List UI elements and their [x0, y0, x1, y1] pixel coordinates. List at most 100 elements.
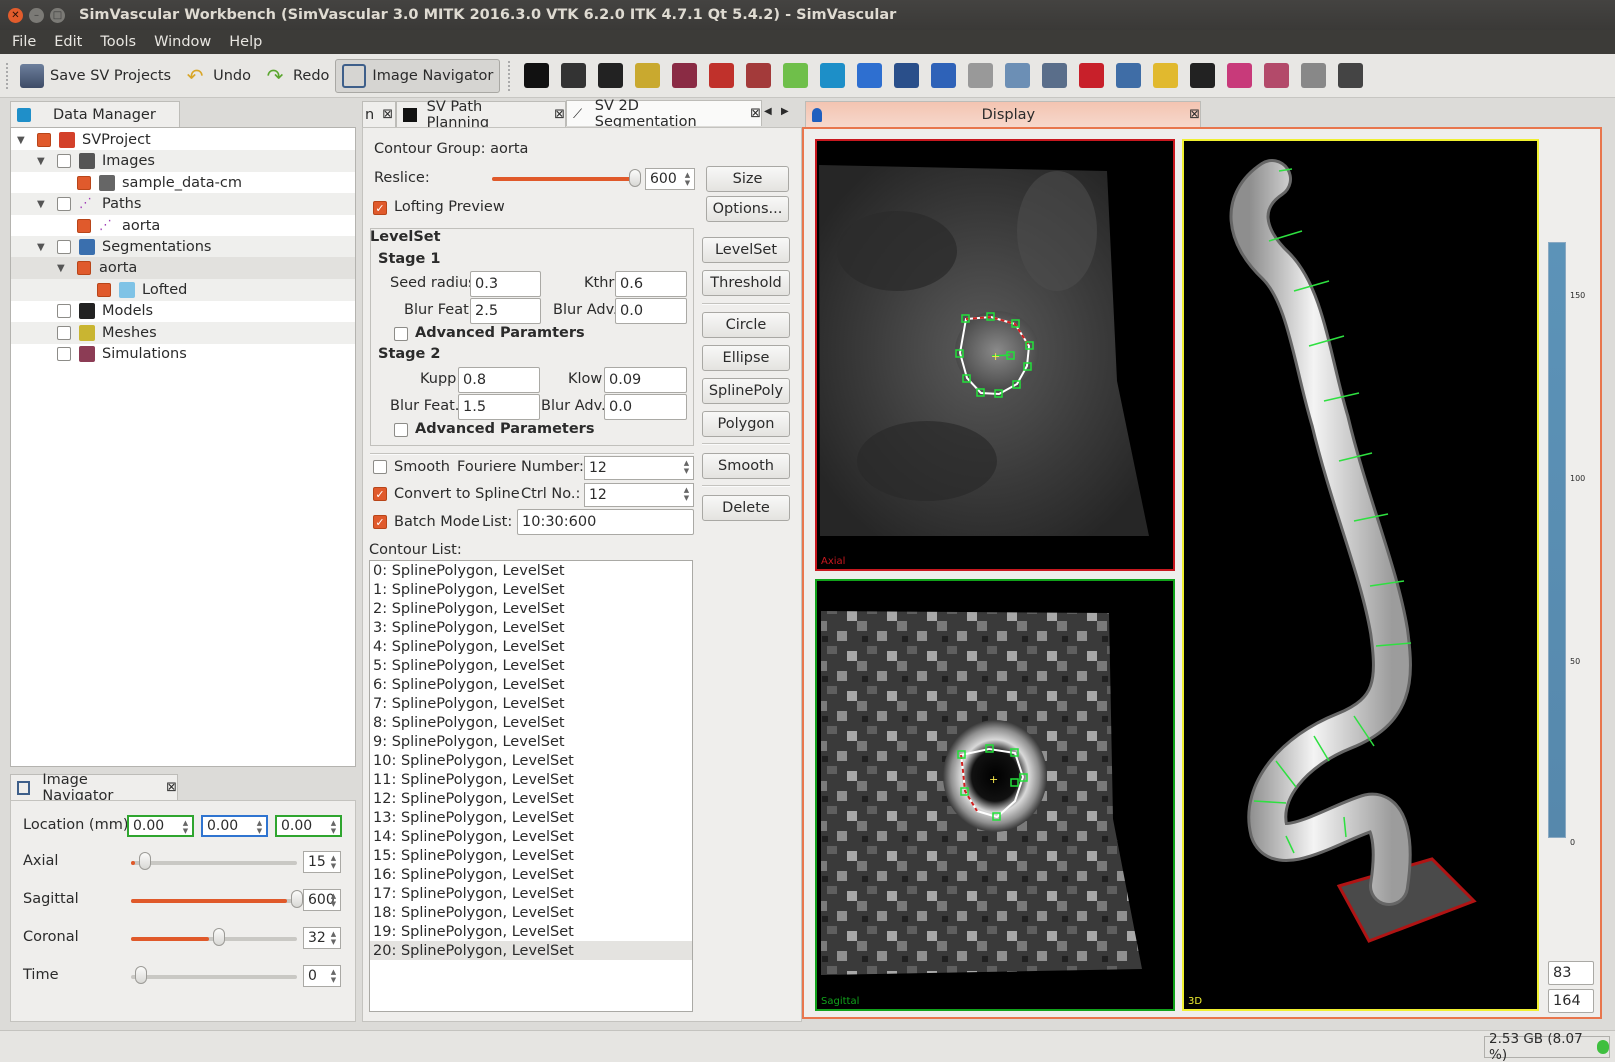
circle-button[interactable]: Circle — [702, 312, 790, 338]
camera-icon[interactable] — [1190, 63, 1216, 88]
tree-item[interactable]: sample_data-cm — [11, 172, 355, 194]
fourier-spinbox[interactable]: 12 ▲ ▼ — [584, 456, 694, 480]
visibility-checkbox[interactable] — [57, 197, 71, 212]
polygon-button[interactable]: Polygon — [702, 411, 790, 437]
contour-list-item[interactable]: 0: SplinePolygon, LevelSet — [370, 561, 692, 580]
spin-arrows-icon[interactable]: ▲ ▼ — [329, 892, 338, 908]
contour-list-item[interactable]: 20: SplinePolygon, LevelSet — [370, 941, 692, 960]
blur-feat-2-input[interactable]: 1.5 — [458, 394, 540, 420]
menu-edit[interactable]: Edit — [54, 34, 82, 50]
help-icon[interactable] — [857, 63, 883, 88]
coronal-spinbox[interactable]: 32 ▲ ▼ — [303, 927, 341, 949]
convert-spline-checkbox[interactable]: ✓ — [373, 487, 387, 501]
tree-item[interactable]: ▼ Images — [11, 150, 355, 173]
path-icon[interactable] — [561, 63, 587, 88]
ellipse-button[interactable]: Ellipse — [702, 345, 790, 371]
expand-arrow-icon[interactable]: ▼ — [37, 156, 49, 167]
location-y-input[interactable]: 0.00 ▲ ▼ — [201, 815, 268, 837]
tree-item[interactable]: ▼ aorta — [11, 257, 355, 280]
menu-tools[interactable]: Tools — [100, 34, 136, 50]
smooth-checkbox[interactable] — [373, 460, 387, 474]
contour-list-item[interactable]: 15: SplinePolygon, LevelSet — [370, 846, 692, 865]
contour-list-item[interactable]: 10: SplinePolygon, LevelSet — [370, 751, 692, 770]
lofting-preview-checkbox[interactable]: ✓ — [373, 201, 387, 215]
visibility-checkbox[interactable] — [37, 133, 51, 147]
batch-list-input[interactable]: 10:30:600 — [517, 509, 694, 535]
sagittal-spinbox[interactable]: 600 ▲ ▼ — [303, 889, 341, 911]
contour-list-item[interactable]: 19: SplinePolygon, LevelSet — [370, 922, 692, 941]
python-icon[interactable] — [1153, 63, 1179, 88]
contour-list-item[interactable]: 11: SplinePolygon, LevelSet — [370, 770, 692, 789]
screenshot-icon[interactable] — [1042, 63, 1068, 88]
visibility-checkbox[interactable] — [57, 304, 71, 319]
tree-item[interactable]: Models — [11, 300, 355, 322]
axis-icon[interactable] — [1005, 63, 1031, 88]
contour-list-item[interactable]: 2: SplinePolygon, LevelSet — [370, 599, 692, 618]
search-icon[interactable] — [1116, 63, 1142, 88]
visibility-checkbox[interactable] — [97, 282, 111, 297]
contour-list-item[interactable]: 9: SplinePolygon, LevelSet — [370, 732, 692, 751]
view-3d[interactable]: 3D — [1182, 139, 1539, 1011]
location-z-input[interactable]: 0.00 ▲ ▼ — [275, 815, 342, 837]
tab-scroll-left-icon[interactable]: ◀ — [764, 106, 772, 117]
blur-adv-2-input[interactable]: 0.0 — [604, 394, 687, 420]
batch-mode-checkbox[interactable]: ✓ — [373, 515, 387, 529]
measure-icon[interactable] — [746, 63, 772, 88]
tree-item[interactable]: Meshes — [11, 321, 355, 344]
ctrl-no-spinbox[interactable]: 12 ▲ ▼ — [584, 483, 694, 507]
info-icon[interactable] — [894, 63, 920, 88]
time-spinbox[interactable]: 0 ▲ ▼ — [303, 965, 341, 987]
advanced-params-2-checkbox[interactable] — [394, 423, 408, 437]
klow-input[interactable]: 0.09 — [604, 367, 687, 393]
undo-button[interactable]: ↶ Undo — [177, 59, 257, 93]
visibility-checkbox[interactable] — [77, 175, 91, 190]
minimize-window-button[interactable]: – — [29, 7, 44, 23]
contour-list-item[interactable]: 18: SplinePolygon, LevelSet — [370, 903, 692, 922]
molecule-icon[interactable] — [1264, 63, 1290, 88]
visibility-checkbox[interactable] — [57, 347, 71, 361]
close-tab-icon[interactable]: ⊠ — [554, 107, 565, 122]
spin-arrows-icon[interactable]: ▲ ▼ — [329, 930, 338, 946]
tree-item[interactable]: Simulations — [11, 343, 355, 365]
sagittal-slider-handle[interactable] — [291, 890, 303, 908]
network-icon[interactable] — [1227, 63, 1253, 88]
dicom-icon[interactable] — [709, 63, 735, 88]
tab-data-manager[interactable]: Data Manager — [10, 101, 180, 127]
grid-icon[interactable] — [968, 63, 994, 88]
spin-arrows-icon[interactable]: ▲ ▼ — [329, 968, 338, 984]
seed-radius-input[interactable]: 0.3 — [470, 271, 541, 297]
kthr-input[interactable]: 0.6 — [615, 271, 687, 297]
toolbar-grip[interactable] — [6, 62, 10, 89]
close-tab-icon[interactable]: ⊠ — [1189, 107, 1200, 122]
tree-item[interactable]: ▼ SVProject — [11, 129, 355, 151]
contour-list-item[interactable]: 14: SplinePolygon, LevelSet — [370, 827, 692, 846]
contour-list-item[interactable]: 8: SplinePolygon, LevelSet — [370, 713, 692, 732]
tree-item[interactable]: Lofted — [11, 278, 355, 301]
visibility-checkbox[interactable] — [57, 154, 71, 169]
menu-help[interactable]: Help — [229, 34, 262, 50]
blur-adv-1-input[interactable]: 0.0 — [615, 298, 687, 324]
image-icon[interactable] — [524, 63, 550, 88]
spin-arrows-icon[interactable]: ▲ ▼ — [683, 171, 692, 187]
zoom-icon[interactable] — [931, 63, 957, 88]
time-slider-track[interactable] — [131, 975, 297, 979]
mesh-icon[interactable] — [635, 63, 661, 88]
tab-path-planning[interactable]: SV Path Planning ⊠ — [396, 99, 566, 131]
menu-window[interactable]: Window — [154, 34, 211, 50]
smooth-button[interactable]: Smooth — [702, 453, 790, 479]
reslice-spinbox[interactable]: 600 ▲ ▼ — [645, 168, 695, 190]
tree-item[interactable]: ⋰ aorta — [11, 215, 355, 237]
model-icon[interactable] — [820, 63, 846, 88]
advanced-params-1-checkbox[interactable] — [394, 327, 408, 341]
tab-display[interactable]: Display ⊠ — [805, 101, 1201, 127]
close-tab-icon[interactable]: ⊠ — [166, 780, 177, 795]
segmentation-icon[interactable] — [598, 63, 624, 88]
spin-arrows-icon[interactable]: ▲ ▼ — [682, 459, 691, 475]
axial-slider-track[interactable] — [131, 861, 297, 865]
contour-list-item[interactable]: 12: SplinePolygon, LevelSet — [370, 789, 692, 808]
coronal-slider-handle[interactable] — [213, 928, 225, 946]
pin-icon[interactable] — [1079, 63, 1105, 88]
spin-arrows-icon[interactable]: ▲ ▼ — [682, 486, 691, 502]
save-projects-button[interactable]: Save SV Projects — [14, 59, 177, 93]
axial-slider-handle[interactable] — [138, 852, 151, 870]
